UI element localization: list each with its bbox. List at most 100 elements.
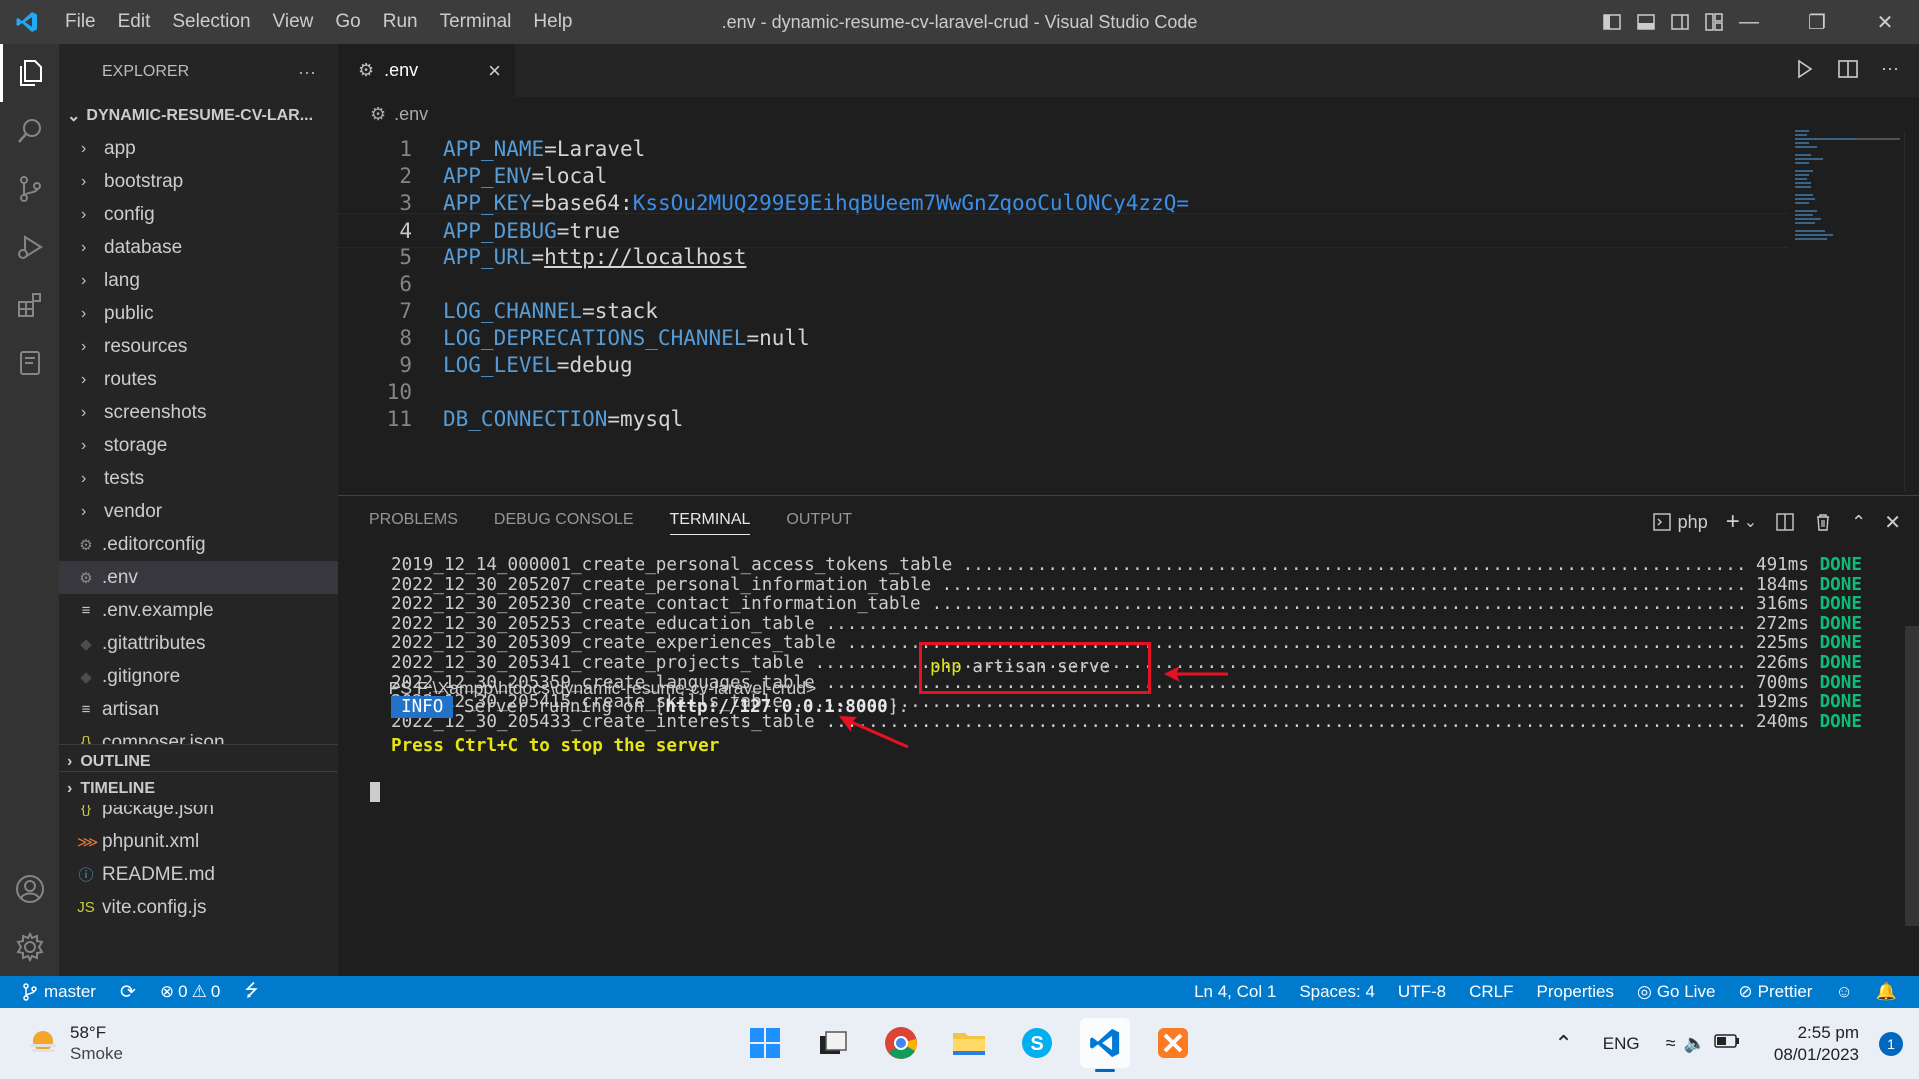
more-actions-icon[interactable]: ··· — [298, 62, 316, 83]
menu-terminal[interactable]: Terminal — [429, 0, 523, 44]
feedback-icon[interactable]: ☺ — [1835, 982, 1852, 1002]
run-debug-icon[interactable] — [0, 218, 59, 276]
close-window-icon[interactable]: ✕ — [1851, 0, 1919, 44]
task-view-icon[interactable] — [808, 1018, 858, 1068]
run-file-icon[interactable] — [1793, 58, 1815, 80]
timeline-section[interactable]: › TIMELINE — [59, 771, 338, 805]
chrome-icon[interactable] — [876, 1018, 926, 1068]
sync-icon[interactable]: ⟳ — [120, 981, 136, 1004]
indentation[interactable]: Spaces: 4 — [1299, 982, 1375, 1002]
weather-widget[interactable]: 58°F Smoke — [26, 1022, 123, 1064]
editor-more-icon[interactable]: ··· — [1881, 58, 1899, 80]
tree-folder[interactable]: › routes — [59, 363, 338, 396]
tree-folder[interactable]: › tests — [59, 462, 338, 495]
go-live-button[interactable]: ◎ Go Live — [1637, 982, 1715, 1002]
tree-folder[interactable]: › vendor — [59, 495, 338, 528]
tree-folder-label: lang — [104, 269, 140, 291]
migration-status: DONE — [1819, 594, 1862, 615]
input-language[interactable]: ENG — [1603, 1034, 1640, 1054]
tab-problems[interactable]: PROBLEMS — [338, 496, 476, 544]
remote-explorer-icon[interactable] — [0, 334, 59, 392]
tab-terminal[interactable]: TERMINAL — [652, 496, 769, 544]
tab-output[interactable]: OUTPUT — [768, 496, 870, 544]
tab-env[interactable]: ⚙ .env × — [338, 44, 515, 97]
close-panel-icon[interactable]: ✕ — [1884, 510, 1901, 535]
problems-indicator[interactable]: ⊗ 0 ⚠ 0 — [160, 982, 220, 1002]
clock[interactable]: 2:55 pm 08/01/2023 — [1774, 1022, 1859, 1066]
menu-view[interactable]: View — [262, 0, 325, 44]
chevron-down-icon[interactable]: ⌄ — [1744, 512, 1757, 532]
lightning-icon[interactable]: ⭍ — [244, 978, 258, 1007]
file-explorer-icon[interactable] — [944, 1018, 994, 1068]
workspace-folder[interactable]: ⌄ DYNAMIC-RESUME-CV-LAR... — [59, 100, 338, 132]
tab-debug-console[interactable]: DEBUG CONSOLE — [476, 496, 652, 544]
kill-terminal-icon[interactable] — [1813, 512, 1833, 532]
branch-indicator[interactable]: master — [22, 982, 96, 1002]
source-control-icon[interactable] — [0, 160, 59, 218]
tree-folder[interactable]: › config — [59, 198, 338, 231]
notifications-bell-icon[interactable]: 🔔 — [1876, 982, 1897, 1002]
notification-badge[interactable]: 1 — [1879, 1031, 1903, 1056]
tree-file[interactable]: ⚙ .editorconfig — [59, 528, 338, 561]
vscode-taskbar-icon[interactable] — [1080, 1018, 1130, 1072]
tree-folder[interactable]: › storage — [59, 429, 338, 462]
split-terminal-icon[interactable] — [1775, 512, 1795, 532]
menu-selection[interactable]: Selection — [161, 0, 261, 44]
tree-file[interactable]: ◆ .gitattributes — [59, 627, 338, 660]
prettier-button[interactable]: ⊘ Prettier — [1738, 982, 1812, 1002]
volume-icon[interactable]: 🔈 — [1683, 1033, 1705, 1054]
tree-file[interactable]: ⓘ README.md — [59, 858, 338, 891]
tree-file[interactable]: ≡ artisan — [59, 693, 338, 726]
tree-folder[interactable]: › lang — [59, 264, 338, 297]
close-tab-icon[interactable]: × — [488, 58, 501, 84]
tree-folder[interactable]: › bootstrap — [59, 165, 338, 198]
line-ending[interactable]: CRLF — [1469, 982, 1513, 1002]
settings-gear-icon[interactable] — [0, 918, 59, 976]
battery-icon[interactable] — [1714, 1033, 1740, 1054]
menu-edit[interactable]: Edit — [107, 0, 162, 44]
editor-scrollbar[interactable] — [1904, 131, 1919, 491]
chevron-up-icon[interactable]: ⌃ — [1554, 1031, 1572, 1057]
tree-file[interactable]: ≡ .env.example — [59, 594, 338, 627]
tree-file[interactable]: ⚙ .env — [59, 561, 338, 594]
menu-go[interactable]: Go — [324, 0, 371, 44]
restore-icon[interactable]: ❐ — [1783, 0, 1851, 44]
tree-folder[interactable]: › resources — [59, 330, 338, 363]
language-mode[interactable]: Properties — [1537, 982, 1614, 1002]
terminal-shell-selector[interactable]: php — [1652, 512, 1708, 533]
explorer-icon[interactable] — [0, 44, 59, 102]
tree-folder[interactable]: › app — [59, 132, 338, 165]
accounts-icon[interactable] — [0, 860, 59, 918]
extensions-icon[interactable] — [0, 276, 59, 334]
skype-icon[interactable]: S — [1012, 1018, 1062, 1068]
search-icon[interactable] — [0, 102, 59, 160]
env-value: http://localhost — [544, 244, 747, 269]
windows-start-icon[interactable] — [740, 1018, 790, 1068]
breadcrumb-file[interactable]: .env — [394, 104, 428, 125]
minimap[interactable] — [1795, 128, 1905, 248]
split-editor-icon[interactable] — [1837, 58, 1859, 80]
xampp-icon[interactable] — [1148, 1018, 1198, 1068]
encoding[interactable]: UTF-8 — [1398, 982, 1446, 1002]
tree-file[interactable]: ◆ .gitignore — [59, 660, 338, 693]
menu-run[interactable]: Run — [372, 0, 429, 44]
wifi-icon[interactable]: ≈ — [1666, 1033, 1676, 1054]
tree-folder[interactable]: › database — [59, 231, 338, 264]
tree-folder[interactable]: › screenshots — [59, 396, 338, 429]
cursor-position[interactable]: Ln 4, Col 1 — [1194, 982, 1276, 1002]
new-terminal-icon[interactable]: + — [1726, 508, 1740, 536]
menu-file[interactable]: File — [54, 0, 107, 44]
branch-name: master — [44, 982, 96, 1001]
toggle-primary-sidebar-icon[interactable] — [1602, 12, 1622, 32]
migration-status: DONE — [1819, 711, 1862, 732]
code-editor[interactable]: 1 APP_NAME=Laravel 2 APP_ENV=local 3 APP_KEY=… — [338, 131, 1919, 491]
toggle-panel-icon[interactable] — [1636, 12, 1656, 32]
minimize-icon[interactable]: — — [1715, 0, 1783, 44]
tree-file[interactable]: ⋙ phpunit.xml — [59, 825, 338, 858]
tree-file[interactable]: JS vite.config.js — [59, 891, 338, 924]
tree-folder[interactable]: › public — [59, 297, 338, 330]
menu-help[interactable]: Help — [522, 0, 583, 44]
maximize-panel-icon[interactable]: ⌃ — [1851, 512, 1866, 533]
toggle-secondary-sidebar-icon[interactable] — [1670, 12, 1690, 32]
terminal-scrollbar[interactable] — [1905, 626, 1919, 926]
